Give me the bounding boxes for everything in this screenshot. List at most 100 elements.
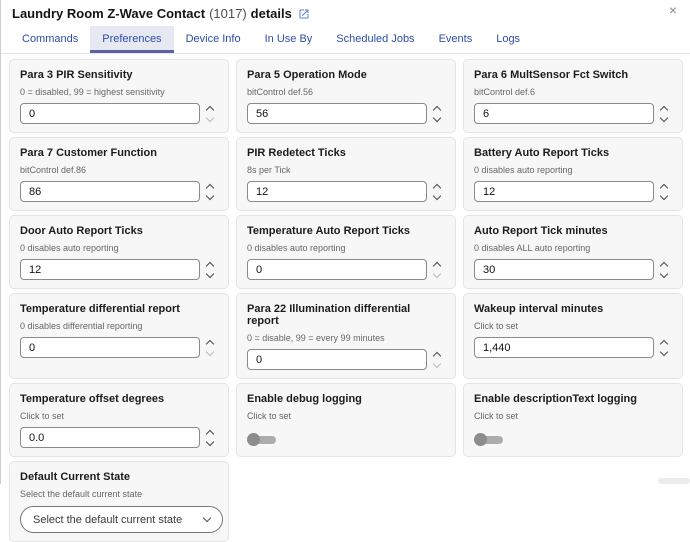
pref-card-battery-auto-report-ticks: Battery Auto Report Ticks 0 disables aut… (463, 137, 683, 211)
number-spinner (661, 107, 667, 121)
pref-card-temperature-offset-degrees: Temperature offset degrees Click to set (9, 383, 229, 457)
wakeup-interval-minutes-input[interactable] (474, 337, 654, 358)
temperature-auto-report-ticks-input[interactable] (247, 259, 427, 280)
pref-card-temperature-differential-report: Temperature differential report 0 disabl… (9, 293, 229, 379)
chevron-down-icon (203, 514, 211, 522)
pir-redetect-ticks-input[interactable] (247, 181, 427, 202)
spinner-down-icon[interactable] (660, 347, 668, 355)
pref-card-para3-pir-sensitivity: Para 3 PIR Sensitivity 0 = disabled, 99 … (9, 59, 229, 133)
tab-commands[interactable]: Commands (10, 26, 90, 53)
tab-logs[interactable]: Logs (484, 26, 532, 53)
spinner-up-icon[interactable] (206, 183, 214, 191)
pref-subtitle: bitControl def.6 (474, 87, 672, 97)
number-spinner (207, 185, 213, 199)
spinner-up-icon[interactable] (433, 105, 441, 113)
spinner-up-icon[interactable] (433, 261, 441, 269)
para3-pir-sensitivity-input[interactable] (20, 103, 200, 124)
spinner-down-icon[interactable] (206, 437, 214, 445)
tab-in-use-by[interactable]: In Use By (253, 26, 325, 53)
battery-auto-report-ticks-input[interactable] (474, 181, 654, 202)
spinner-down-icon[interactable] (660, 269, 668, 277)
pref-subtitle: Select the default current state (20, 489, 218, 499)
para5-operation-mode-input[interactable] (247, 103, 427, 124)
spinner-down-icon[interactable] (433, 269, 441, 277)
temperature-offset-degrees-input[interactable] (20, 427, 200, 448)
number-spinner (434, 185, 440, 199)
pref-card-pir-redetect-ticks: PIR Redetect Ticks 8s per Tick (236, 137, 456, 211)
close-icon[interactable]: × (669, 3, 677, 17)
pref-card-para7-customer-function: Para 7 Customer Function bitControl def.… (9, 137, 229, 211)
pref-subtitle: 0 = disable, 99 = every 99 minutes (247, 333, 445, 343)
device-name: Laundry Room Z-Wave Contact (12, 6, 205, 21)
spinner-up-icon[interactable] (206, 339, 214, 347)
pref-title: Default Current State (20, 471, 218, 483)
pref-subtitle: 0 disables auto reporting (20, 243, 218, 253)
number-spinner (661, 341, 667, 355)
pref-subtitle: Click to set (474, 411, 672, 421)
door-auto-report-ticks-input[interactable] (20, 259, 200, 280)
spinner-up-icon[interactable] (433, 351, 441, 359)
debug-logging-toggle[interactable] (247, 433, 277, 447)
toggle-knob (247, 433, 260, 446)
pref-subtitle: 0 disables auto reporting (247, 243, 445, 253)
number-spinner (434, 263, 440, 277)
pref-title: Door Auto Report Ticks (20, 225, 218, 237)
para7-customer-function-input[interactable] (20, 181, 200, 202)
spinner-down-icon[interactable] (206, 113, 214, 121)
number-spinner (661, 263, 667, 277)
pref-card-para5-operation-mode: Para 5 Operation Mode bitControl def.56 (236, 59, 456, 133)
pref-title: Temperature offset degrees (20, 393, 218, 405)
number-spinner (207, 107, 213, 121)
tab-scheduled-jobs[interactable]: Scheduled Jobs (324, 26, 426, 53)
pref-card-enable-debug-logging: Enable debug logging Click to set (236, 383, 456, 457)
pref-subtitle: bitControl def.86 (20, 165, 218, 175)
spinner-up-icon[interactable] (660, 183, 668, 191)
device-id: (1017) (209, 6, 247, 21)
pref-title: Enable descriptionText logging (474, 393, 672, 405)
tab-events[interactable]: Events (427, 26, 485, 53)
pref-subtitle: 0 disables auto reporting (474, 165, 672, 175)
open-in-new-icon[interactable] (298, 8, 310, 20)
pref-card-temperature-auto-report-ticks: Temperature Auto Report Ticks 0 disables… (236, 215, 456, 289)
preferences-grid: Para 3 PIR Sensitivity 0 = disabled, 99 … (1, 54, 690, 542)
spinner-up-icon[interactable] (660, 105, 668, 113)
descriptiontext-logging-toggle[interactable] (474, 433, 504, 447)
spinner-up-icon[interactable] (660, 261, 668, 269)
dialog-header: Laundry Room Z-Wave Contact (1017) detai… (1, 0, 690, 22)
spinner-down-icon[interactable] (660, 113, 668, 121)
spinner-down-icon[interactable] (206, 191, 214, 199)
spinner-up-icon[interactable] (206, 429, 214, 437)
pref-card-auto-report-tick-minutes: Auto Report Tick minutes 0 disables ALL … (463, 215, 683, 289)
tab-preferences[interactable]: Preferences (90, 26, 173, 53)
spinner-down-icon[interactable] (433, 359, 441, 367)
spinner-down-icon[interactable] (433, 191, 441, 199)
para22-illumination-differential-input[interactable] (247, 349, 427, 370)
pref-title: Para 5 Operation Mode (247, 69, 445, 81)
pref-subtitle: 0 disables ALL auto reporting (474, 243, 672, 253)
pref-title: Wakeup interval minutes (474, 303, 672, 315)
spinner-up-icon[interactable] (433, 183, 441, 191)
default-current-state-select[interactable]: Select the default current state (20, 506, 223, 533)
para6-multsensor-input[interactable] (474, 103, 654, 124)
spinner-down-icon[interactable] (206, 269, 214, 277)
temperature-differential-report-input[interactable] (20, 337, 200, 358)
spinner-down-icon[interactable] (433, 113, 441, 121)
pref-subtitle: 0 = disabled, 99 = highest sensitivity (20, 87, 218, 97)
spinner-up-icon[interactable] (206, 105, 214, 113)
number-spinner (661, 185, 667, 199)
pref-title: Temperature Auto Report Ticks (247, 225, 445, 237)
spinner-up-icon[interactable] (660, 339, 668, 347)
pref-subtitle: Click to set (247, 411, 445, 421)
pref-card-para6-multsensor-fct-switch: Para 6 MultSensor Fct Switch bitControl … (463, 59, 683, 133)
pref-card-enable-descriptiontext-logging: Enable descriptionText logging Click to … (463, 383, 683, 457)
spinner-down-icon[interactable] (660, 191, 668, 199)
spinner-up-icon[interactable] (206, 261, 214, 269)
pref-title: Para 7 Customer Function (20, 147, 218, 159)
spinner-down-icon[interactable] (206, 347, 214, 355)
scrollbar-thumb[interactable] (658, 478, 690, 484)
pref-title: Battery Auto Report Ticks (474, 147, 672, 159)
pref-subtitle: 0 disables differential reporting (20, 321, 218, 331)
number-spinner (434, 353, 440, 367)
auto-report-tick-minutes-input[interactable] (474, 259, 654, 280)
tab-device-info[interactable]: Device Info (174, 26, 253, 53)
